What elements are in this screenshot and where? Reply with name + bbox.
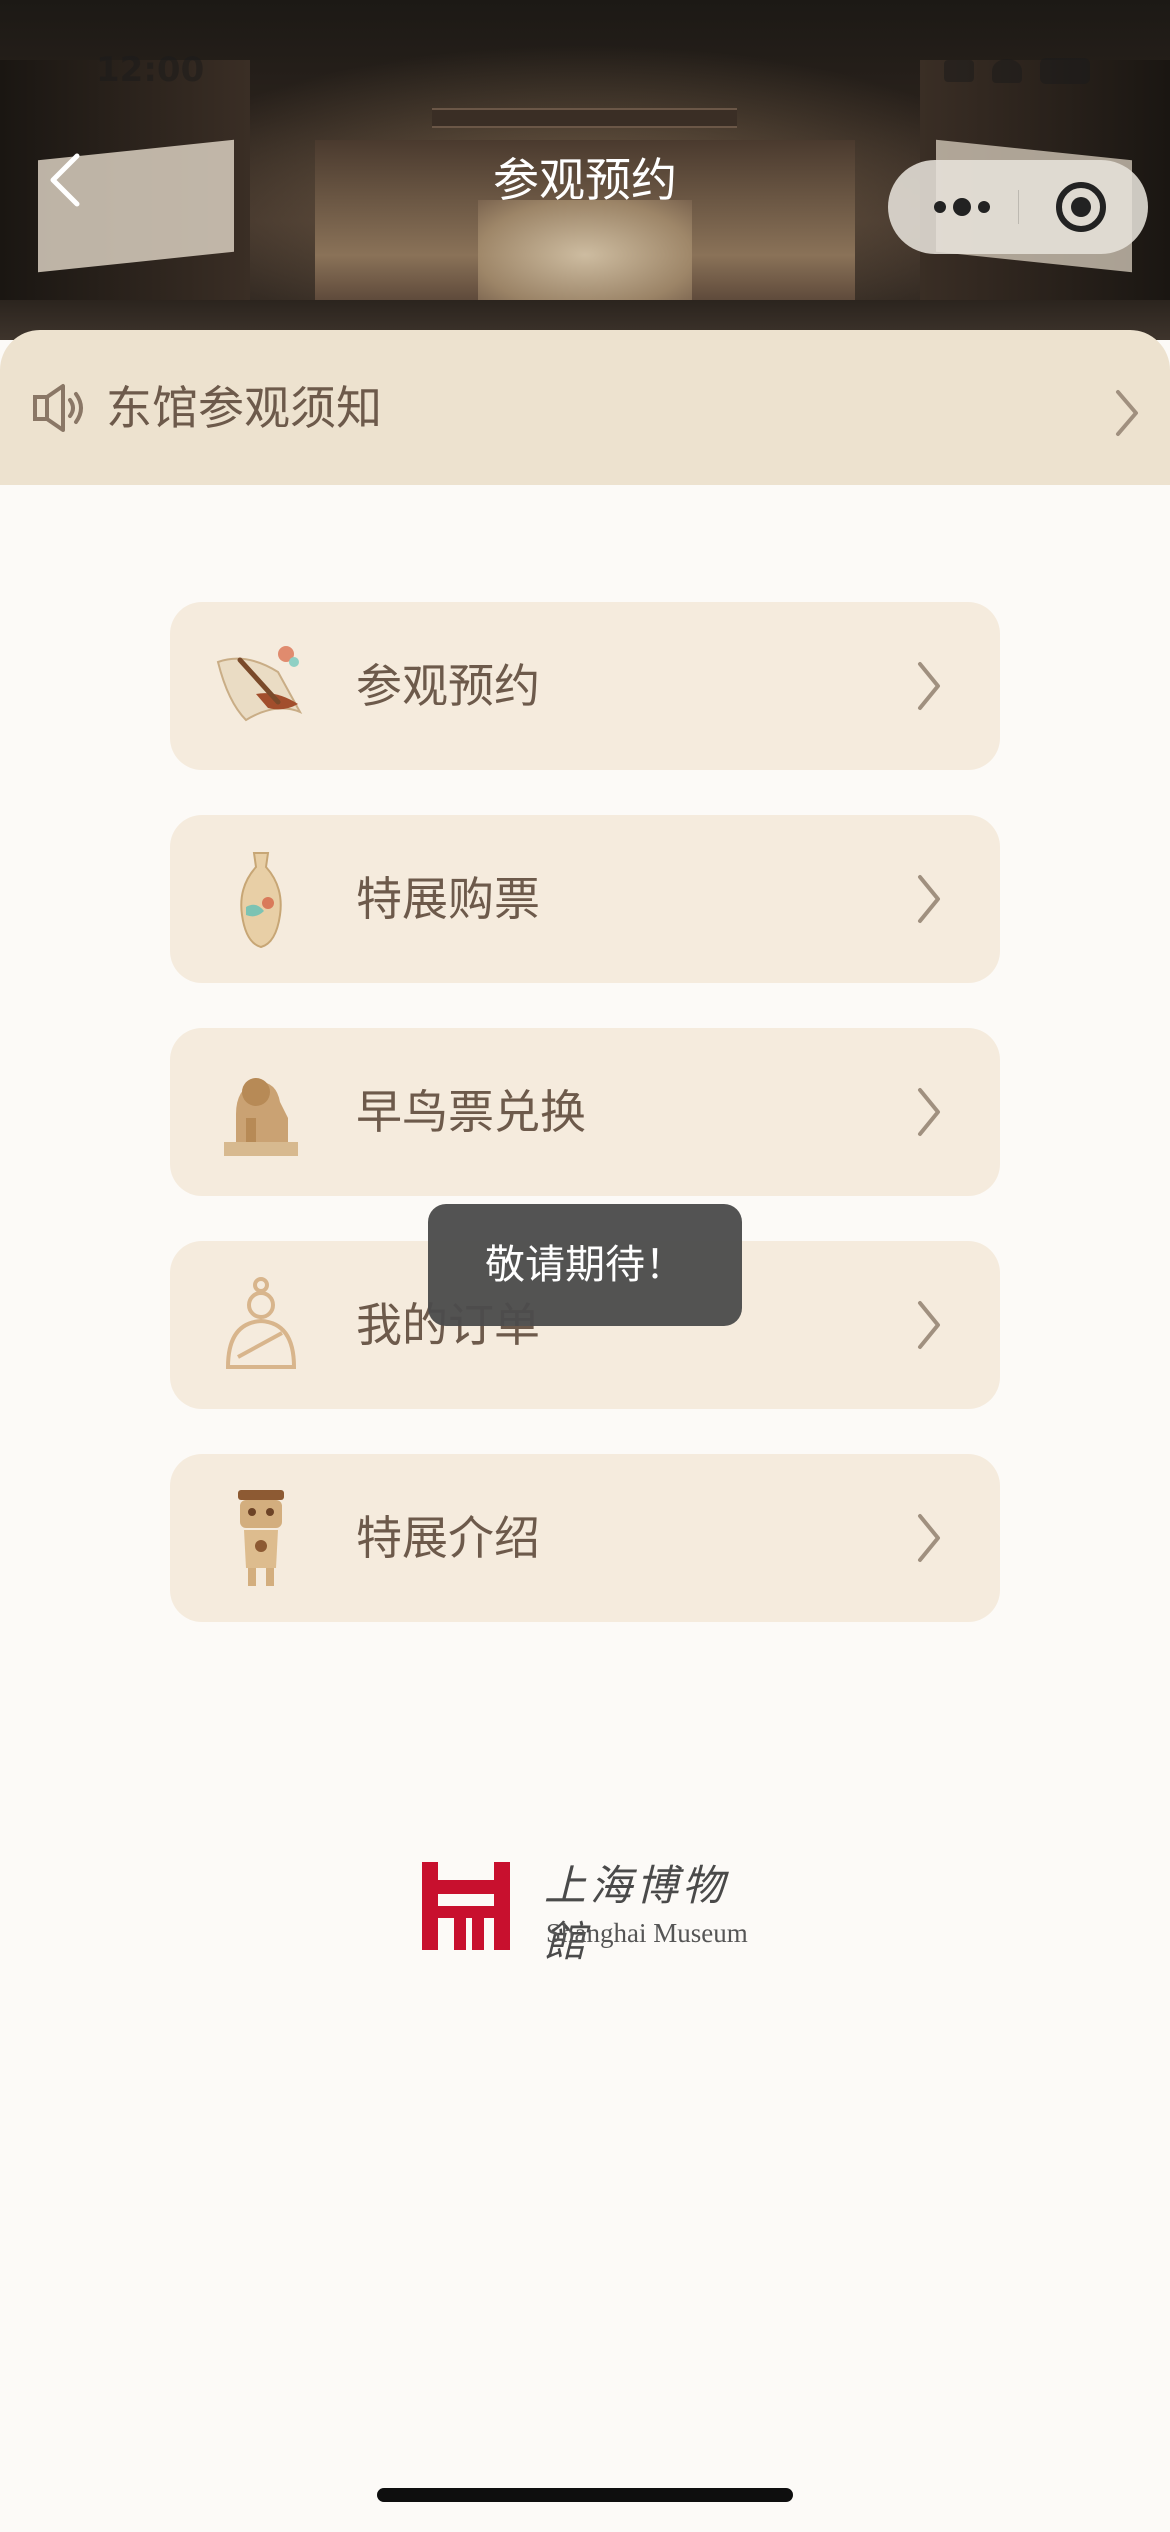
- visit-notice-label: 东馆参观须知: [106, 381, 382, 435]
- signal-icon: [944, 60, 974, 82]
- menu-item-visit-reservation[interactable]: 参观预约: [170, 602, 1000, 770]
- figure-icon: [225, 1277, 297, 1369]
- scroll-brush-icon: [216, 646, 303, 722]
- chevron-right-icon: [918, 1301, 940, 1349]
- home-indicator[interactable]: [377, 2488, 793, 2502]
- visit-notice-bar[interactable]: 东馆参观须知: [0, 330, 1170, 485]
- page-title: 参观预约: [493, 153, 677, 207]
- toast-message: 敬请期待！: [428, 1204, 742, 1326]
- chevron-right-icon: [1116, 390, 1138, 436]
- logo-english-text: Shanghai Museum: [546, 1918, 748, 1948]
- status-time: 12:00: [96, 50, 205, 90]
- menu-item-label: 参观预约: [356, 659, 540, 713]
- menu-item-label: 早鸟票兑换: [356, 1085, 586, 1139]
- speaker-icon: [33, 384, 83, 432]
- pottery-figure-icon: [238, 1490, 284, 1586]
- menu-item-exhibition-intro[interactable]: 特展介绍: [170, 1454, 1000, 1622]
- lion-statue-icon: [224, 1078, 298, 1156]
- back-button[interactable]: [40, 150, 90, 210]
- menu-item-early-bird-redemption[interactable]: 早鸟票兑换: [170, 1028, 1000, 1196]
- exhibit-painting: [478, 200, 692, 310]
- chevron-right-icon: [918, 1514, 940, 1562]
- target-close-icon[interactable]: [1056, 182, 1106, 232]
- vase-icon: [240, 852, 282, 949]
- capsule-divider: [1018, 190, 1019, 224]
- wifi-icon: [992, 59, 1022, 83]
- gallery-sign: [432, 108, 737, 128]
- more-dots-icon[interactable]: [924, 160, 1000, 254]
- battery-icon: [1040, 58, 1090, 84]
- chevron-left-icon: [50, 153, 80, 207]
- chevron-right-icon: [918, 875, 940, 923]
- menu-item-label: 特展介绍: [356, 1511, 540, 1565]
- menu-item-label: 特展购票: [356, 872, 540, 926]
- status-icons: [890, 54, 1090, 88]
- chevron-right-icon: [918, 662, 940, 710]
- menu-item-special-exhibition-tickets[interactable]: 特展购票: [170, 815, 1000, 983]
- shanghai-museum-logo: 上海博物館 Shanghai Museum: [420, 1858, 750, 1966]
- page: 12:00 参观预约 东馆参观须知 参观预约 特展购票 早鸟票兑换 特展介绍 敬…: [0, 0, 1170, 2532]
- chevron-right-icon: [918, 1088, 940, 1136]
- logo-chinese-text: 上海博物館: [544, 1861, 729, 1966]
- museum-logo-mark: [422, 1862, 510, 1950]
- mini-program-capsule: [888, 160, 1148, 254]
